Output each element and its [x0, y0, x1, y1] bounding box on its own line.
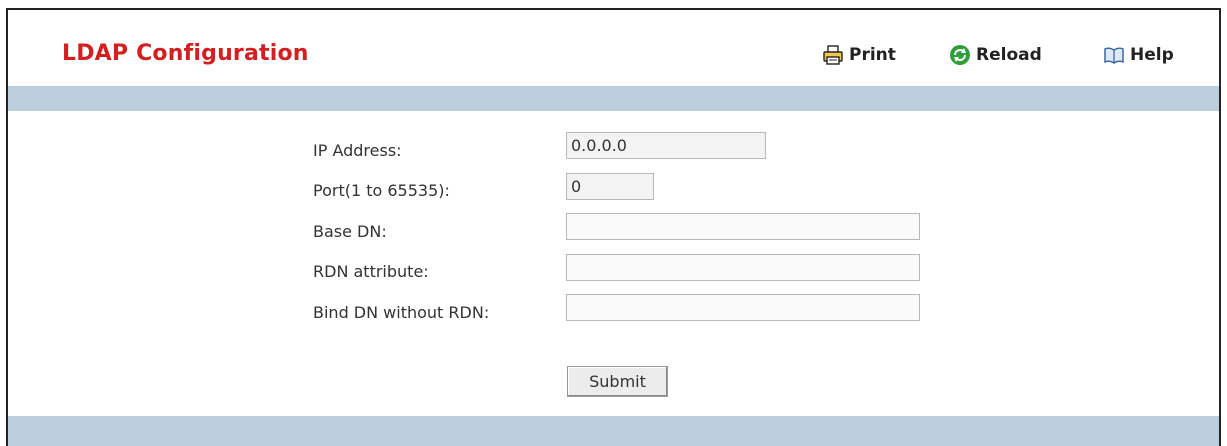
rdn-attribute-input[interactable]	[566, 254, 920, 281]
help-label: Help	[1130, 45, 1174, 65]
print-label: Print	[849, 45, 896, 65]
page-title: LDAP Configuration	[62, 41, 309, 66]
base-dn-label: Base DN:	[313, 222, 387, 241]
ip-address-input[interactable]	[566, 132, 766, 159]
bind-dn-label: Bind DN without RDN:	[313, 303, 490, 322]
printer-icon	[822, 44, 844, 66]
reload-icon	[949, 44, 971, 66]
bind-dn-input[interactable]	[566, 294, 920, 321]
help-button[interactable]: Help	[1103, 44, 1174, 66]
help-book-icon	[1103, 44, 1125, 66]
header-separator-bar	[8, 86, 1219, 111]
port-label: Port(1 to 65535):	[313, 181, 450, 200]
reload-button[interactable]: Reload	[949, 44, 1042, 66]
base-dn-input[interactable]	[566, 213, 920, 240]
rdn-attribute-label: RDN attribute:	[313, 262, 429, 281]
footer-bar	[8, 416, 1219, 446]
reload-label: Reload	[976, 45, 1042, 65]
print-button[interactable]: Print	[822, 44, 896, 66]
port-input[interactable]	[566, 173, 654, 200]
submit-button[interactable]: Submit	[567, 366, 668, 397]
ip-address-label: IP Address:	[313, 141, 402, 160]
